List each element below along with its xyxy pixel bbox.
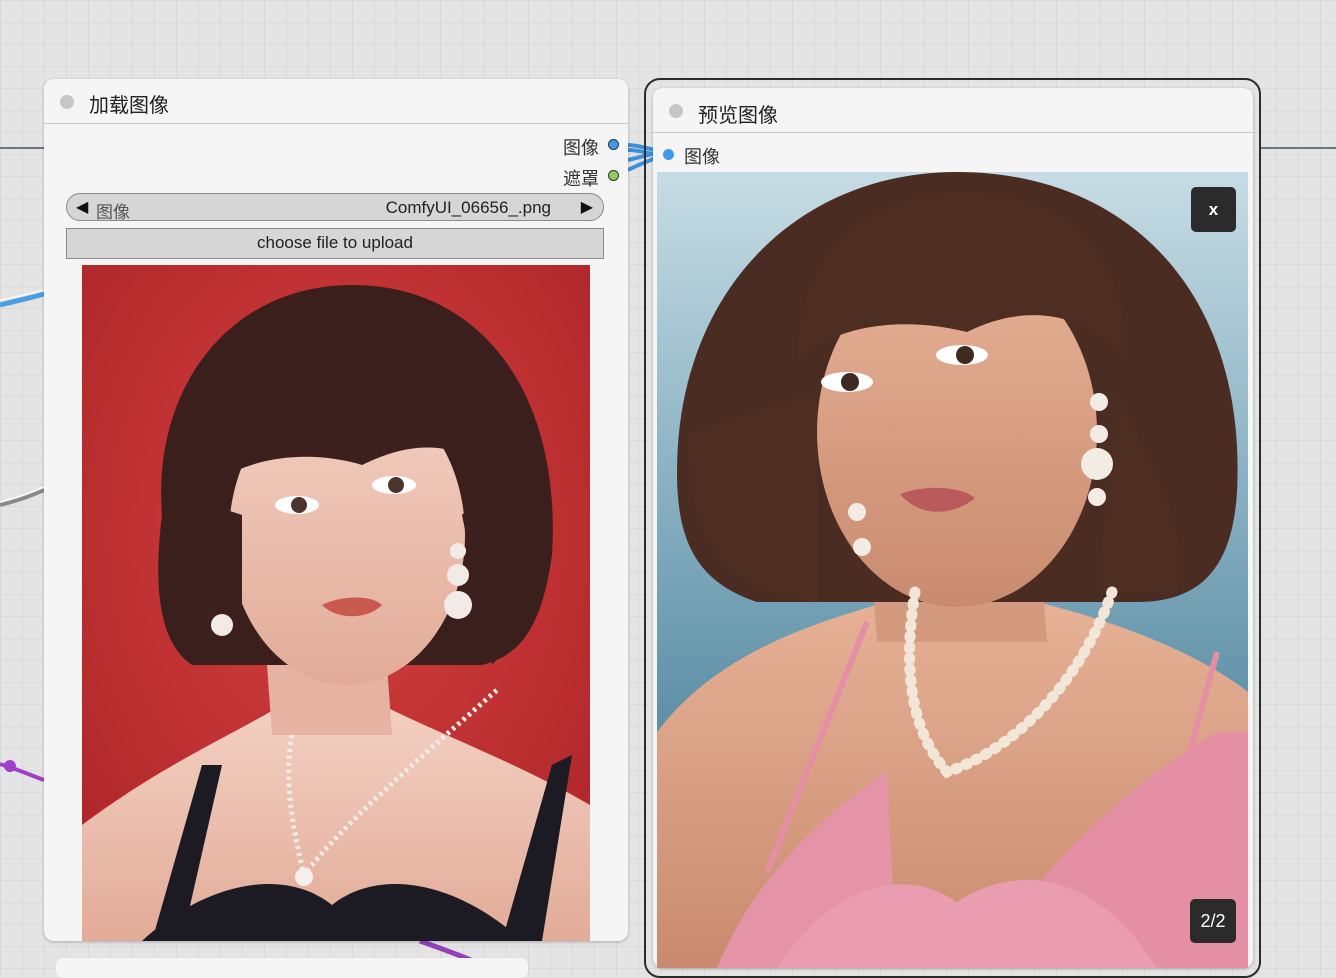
output-port-image[interactable] <box>608 139 619 150</box>
preview-portrait-image <box>657 172 1248 968</box>
image-counter-badge[interactable]: 2/2 <box>1190 899 1236 943</box>
loaded-image-preview <box>82 265 590 941</box>
node-title: 加载图像 <box>89 95 169 117</box>
output-port-mask[interactable] <box>608 170 619 181</box>
next-arrow-icon[interactable]: ▶ <box>581 197 593 217</box>
input-label-image: 图像 <box>684 147 720 167</box>
output-label-mask: 遮罩 <box>563 169 599 189</box>
combo-value: ComfyUI_06656_.png <box>385 198 551 217</box>
image-select-combo[interactable]: ◀ 图像 ComfyUI_06656_.png ▶ <box>66 193 604 222</box>
portrait-image <box>82 265 590 941</box>
node-collapse-dot[interactable] <box>60 95 74 109</box>
node-header[interactable]: 加载图像 <box>44 79 628 124</box>
load-image-node[interactable]: 加载图像 图像 遮罩 ◀ 图像 ComfyUI_06656_.png ▶ cho… <box>44 79 628 941</box>
close-button[interactable]: x <box>1191 187 1236 232</box>
node-header[interactable]: 预览图像 <box>653 88 1253 133</box>
upload-button[interactable]: choose file to upload <box>66 228 604 259</box>
node-title: 预览图像 <box>698 105 778 127</box>
preview-image <box>657 172 1248 968</box>
combo-label: 图像 <box>96 203 130 222</box>
previous-arrow-icon[interactable]: ◀ <box>76 197 88 217</box>
input-port-image[interactable] <box>663 149 674 160</box>
partial-node-below[interactable] <box>56 958 528 978</box>
node-collapse-dot[interactable] <box>669 104 683 118</box>
preview-image-node[interactable]: 预览图像 图像 x 2/2 <box>653 88 1253 968</box>
output-label-image: 图像 <box>563 138 599 158</box>
